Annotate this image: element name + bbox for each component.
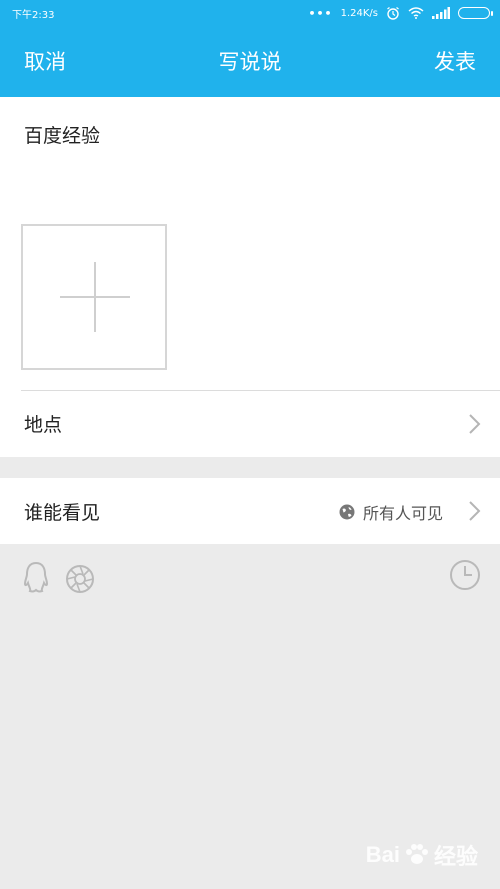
toolbar bbox=[0, 555, 500, 599]
page-title: 写说说 bbox=[218, 50, 282, 74]
more-dots-icon: ••• bbox=[308, 6, 333, 20]
visibility-value: 所有人可见 bbox=[339, 500, 443, 524]
watermark-suffix: 经验 bbox=[433, 844, 478, 869]
qq-icon[interactable] bbox=[22, 561, 50, 593]
divider bbox=[21, 390, 500, 391]
status-icons: ••• 1.24K/s bbox=[308, 6, 493, 20]
alarm-icon bbox=[387, 7, 399, 20]
aperture-icon[interactable] bbox=[65, 564, 95, 594]
location-label: 地点 bbox=[24, 414, 63, 436]
visibility-row[interactable]: 谁能看见 所有人可见 bbox=[0, 478, 500, 544]
watermark: Bai 经验 bbox=[366, 839, 478, 871]
plus-icon-vertical bbox=[94, 262, 96, 332]
status-bar: 下午2:33 ••• 1.24K/s bbox=[0, 0, 500, 28]
status-time: 下午2:33 bbox=[12, 10, 55, 21]
visibility-label: 谁能看见 bbox=[24, 502, 101, 524]
signal-icon bbox=[432, 7, 450, 19]
add-photo-button[interactable] bbox=[21, 224, 167, 370]
compose-area: 百度经验 地点 bbox=[0, 97, 500, 457]
wifi-icon bbox=[408, 7, 424, 19]
network-speed: 1.24K/s bbox=[340, 7, 378, 19]
cancel-button[interactable]: 取消 bbox=[24, 46, 66, 76]
watermark-text: Bai bbox=[365, 842, 400, 867]
nav-bar: 写说说 取消 发表 bbox=[0, 38, 500, 82]
paw-icon bbox=[405, 844, 428, 864]
publish-button[interactable]: 发表 bbox=[434, 46, 476, 76]
chevron-right-icon bbox=[469, 414, 481, 434]
post-text-input[interactable]: 百度经验 bbox=[24, 121, 100, 148]
battery-icon bbox=[458, 7, 493, 19]
visibility-value-text: 所有人可见 bbox=[362, 504, 443, 523]
globe-icon bbox=[339, 504, 355, 520]
header: 下午2:33 ••• 1.24K/s 写说说 取消 发表 bbox=[0, 0, 500, 97]
clock-icon[interactable] bbox=[449, 559, 481, 591]
chevron-right-icon bbox=[469, 501, 481, 521]
